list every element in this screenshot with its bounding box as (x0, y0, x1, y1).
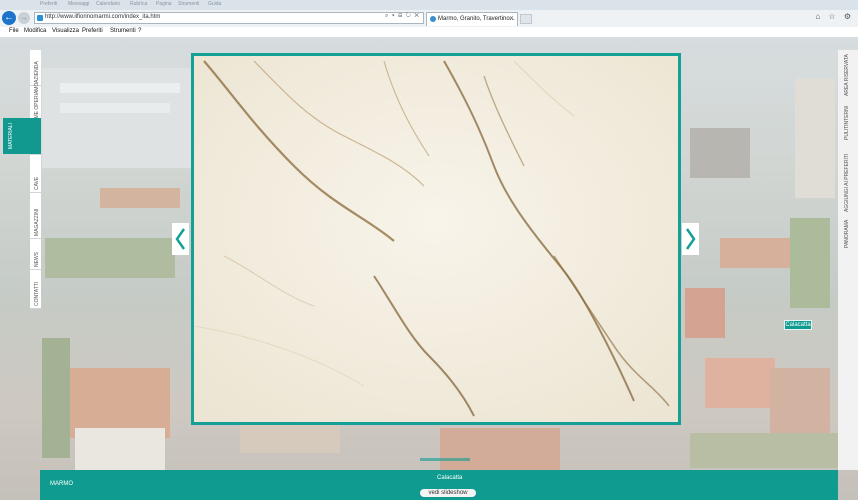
top-item[interactable]: Rubrica (130, 1, 147, 7)
top-item[interactable]: Messaggi (68, 1, 89, 7)
side-item-label: AZIENDA (34, 61, 40, 83)
top-item[interactable]: Pagina (156, 1, 172, 7)
side-item-label: CAVE (34, 176, 40, 190)
next-button[interactable] (682, 223, 699, 255)
tab-favicon-icon (430, 16, 436, 22)
right-nav-area-riservata[interactable]: AREA RISERVATA (844, 54, 850, 96)
marble-veins (194, 56, 678, 422)
tab-title[interactable]: Marmo, Granito, Travertino... (438, 16, 515, 22)
browser-navbar: ← → http://www.ilfiorinomarmi.com/index_… (0, 10, 858, 28)
address-bar[interactable]: http://www.ilfiorinomarmi.com/index_ita.… (34, 12, 424, 24)
browser-top-strip: Preferiti Messaggi Calendario Rubrica Pa… (0, 0, 858, 10)
footer-bar: MARMO Calacatta vedi slideshow (40, 458, 838, 500)
side-item-cave[interactable]: CAVE (30, 155, 41, 193)
side-item-news[interactable]: NEWS (30, 239, 41, 270)
side-item-contatti[interactable]: CONTATTI (30, 270, 41, 309)
material-map-tag[interactable]: Calacatta (784, 320, 812, 330)
top-item[interactable]: Calendario (96, 1, 120, 7)
side-item-label: NEWS (34, 252, 40, 267)
side-item-label: MATERIALI (8, 122, 14, 149)
side-item-azienda[interactable]: AZIENDA (30, 50, 41, 86)
slideshow-button[interactable]: vedi slideshow (420, 489, 476, 497)
side-item-magazzini[interactable]: MAGAZZINI (30, 193, 41, 239)
menu-visualizza[interactable]: Visualizza (52, 28, 79, 34)
menu-strumenti[interactable]: Strumenti (110, 28, 136, 34)
address-controls[interactable]: ⌕ ▾ ⊟ ↻ ✕ (385, 13, 420, 20)
forward-arrow-icon[interactable]: → (18, 12, 30, 24)
site-favicon-icon (37, 15, 43, 21)
top-item[interactable]: Strumenti (178, 1, 199, 7)
material-name: Calacatta (437, 475, 463, 481)
right-nav-pulitinterni[interactable]: PULITINTERNI (844, 106, 850, 140)
top-item[interactable]: Guida (208, 1, 221, 7)
chevron-left-icon (175, 228, 186, 250)
menu-file[interactable]: File (9, 28, 19, 34)
prev-button[interactable] (172, 223, 189, 255)
browser-tab[interactable]: Marmo, Granito, Travertino... ✕ (426, 12, 518, 26)
back-arrow-icon[interactable]: ← (2, 11, 16, 25)
right-nav-panorama[interactable]: PANORAMA (844, 220, 850, 248)
menu-help[interactable]: ? (138, 28, 141, 34)
menu-modifica[interactable]: Modifica (24, 28, 46, 34)
side-item-label: MAGAZZINI (34, 208, 40, 236)
thumbnail-strip[interactable] (420, 458, 470, 461)
top-item[interactable]: Preferiti (40, 1, 57, 7)
right-nav: AREA RISERVATA PULITINTERNI AGGIUNGI AI … (838, 50, 858, 470)
side-item-materiali[interactable]: MATERIALI (3, 118, 41, 154)
tab-close-icon[interactable]: ✕ (509, 15, 514, 22)
menu-preferiti[interactable]: Preferiti (82, 28, 103, 34)
chevron-right-icon (685, 228, 696, 250)
address-url[interactable]: http://www.ilfiorinomarmi.com/index_ita.… (45, 14, 160, 20)
menu-bar: File Modifica Visualizza Preferiti Strum… (0, 27, 858, 38)
category-label: MARMO (50, 481, 73, 487)
side-item-label: CONTATTI (34, 281, 40, 306)
right-nav-aggiungi-preferiti[interactable]: AGGIUNGI AI PREFERITI (844, 154, 850, 212)
marble-sample-image (194, 56, 678, 422)
browser-right-icons[interactable]: ⌂ ☆ ⚙ (815, 12, 854, 21)
new-tab-button[interactable] (520, 14, 532, 24)
